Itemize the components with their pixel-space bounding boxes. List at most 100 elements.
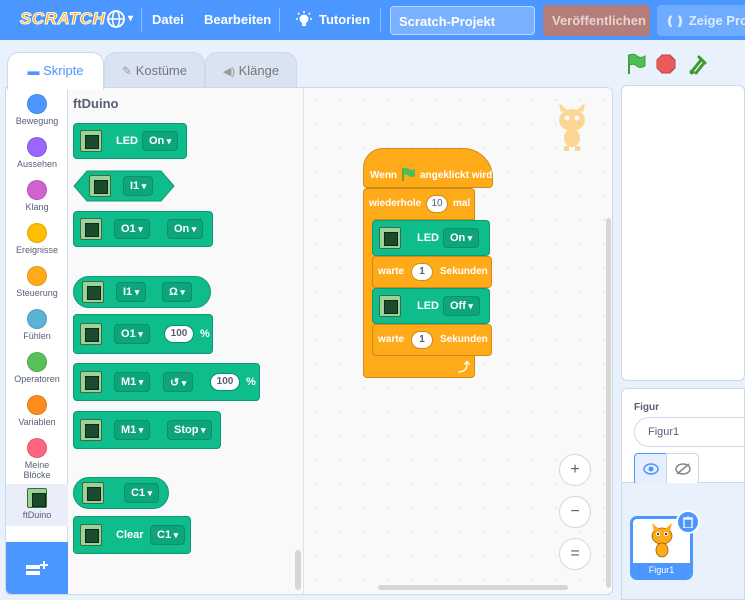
category-label: Variablen xyxy=(18,417,56,427)
motor-speed-input[interactable]: 100 xyxy=(210,373,240,391)
eye-slash-icon xyxy=(675,463,691,475)
wait-block[interactable]: warte 1 Sekunden xyxy=(372,324,492,356)
menu-divider xyxy=(141,8,142,32)
category-motion[interactable]: Bewegung xyxy=(6,94,68,126)
led-block[interactable]: LED On xyxy=(372,220,490,256)
menu-bar: SCRATCH ▾ Datei Bearbeiten Tutorien Scra… xyxy=(0,0,745,40)
palette-scrollbar[interactable] xyxy=(295,550,301,590)
chevron-down-icon[interactable]: ▾ xyxy=(128,13,133,24)
input-mode-dropdown[interactable]: Ω xyxy=(162,282,192,302)
counter-reporter[interactable]: C1 xyxy=(73,477,169,509)
when-flag-clicked-block[interactable]: Wenn angeklickt wird xyxy=(363,148,493,188)
input-port-dropdown[interactable]: I1 xyxy=(116,282,147,302)
script-horizontal-scrollbar[interactable] xyxy=(378,585,568,590)
wait-seconds-input[interactable]: 1 xyxy=(411,263,433,281)
ftduino-icon xyxy=(89,175,111,197)
tab-sounds[interactable]: ◀) Klänge xyxy=(205,52,297,88)
stage[interactable] xyxy=(621,85,745,381)
input-port-dropdown[interactable]: I1 xyxy=(123,176,154,196)
motion-dot-icon xyxy=(27,94,47,114)
category-label: Meine Blöcke xyxy=(23,460,51,480)
menu-divider xyxy=(279,8,280,32)
plug-icon[interactable] xyxy=(688,53,708,75)
output-port-dropdown[interactable]: O1 xyxy=(114,219,150,239)
add-extension-icon xyxy=(26,561,48,575)
lightbulb-icon[interactable] xyxy=(295,11,313,29)
led-state-dropdown[interactable]: Off xyxy=(443,296,480,316)
category-label: Bewegung xyxy=(15,116,59,126)
publish-button[interactable]: Veröffentlichen xyxy=(543,5,650,36)
code-editor: Bewegung Aussehen Klang Ereignisse Steue… xyxy=(5,87,613,595)
input-mode-reporter[interactable]: I1 Ω xyxy=(73,276,211,308)
pwm-output-block[interactable]: O1 100 % xyxy=(73,314,213,354)
counter-port-dropdown[interactable]: C1 xyxy=(124,483,160,503)
show-sprite-button[interactable] xyxy=(634,453,667,485)
motor-stop-block[interactable]: M1 Stop xyxy=(73,411,221,449)
repeat-count-input[interactable]: 10 xyxy=(426,195,448,213)
scratch-logo[interactable]: SCRATCH xyxy=(19,9,105,29)
ftduino-icon xyxy=(82,482,104,504)
zoom-reset-button[interactable]: = xyxy=(559,538,591,570)
category-looks[interactable]: Aussehen xyxy=(6,137,68,169)
globe-icon[interactable] xyxy=(106,9,126,29)
category-control[interactable]: Steuerung xyxy=(6,266,68,298)
motor-block[interactable]: M1 ↺ 100 % xyxy=(73,363,260,401)
pwm-value-input[interactable]: 100 xyxy=(164,325,194,343)
green-flag-icon[interactable] xyxy=(626,53,646,75)
ftduino-icon xyxy=(80,371,102,393)
category-sound[interactable]: Klang xyxy=(6,180,68,212)
block-label: Clear xyxy=(116,529,144,541)
block-label: Wenn xyxy=(370,170,398,181)
sprite-name-input[interactable]: Figur1 xyxy=(634,417,745,447)
category-events[interactable]: Ereignisse xyxy=(6,223,68,255)
wait-block[interactable]: warte 1 Sekunden xyxy=(372,256,492,288)
zoom-out-button[interactable]: − xyxy=(559,496,591,528)
led-state-dropdown[interactable]: On xyxy=(443,228,480,248)
trash-icon xyxy=(683,516,693,528)
motor-stop-dropdown[interactable]: Stop xyxy=(167,420,213,440)
project-title-input[interactable]: Scratch-Projekt xyxy=(390,6,535,35)
hide-sprite-button[interactable] xyxy=(666,453,699,485)
loop-arrow-icon: ⤴ xyxy=(458,360,471,374)
tab-costumes[interactable]: ✎ Kostüme xyxy=(104,52,205,88)
category-ftduino[interactable]: ftDuino xyxy=(6,484,68,526)
clear-counter-block[interactable]: Clear C1 xyxy=(73,516,191,554)
block-label: LED xyxy=(417,232,439,244)
script-area[interactable]: Wenn angeklickt wird wiederhole 10 mal ⤴… xyxy=(304,88,612,594)
sprite-list: Figur1 xyxy=(621,483,745,600)
menu-divider xyxy=(380,8,381,32)
stop-icon[interactable] xyxy=(656,54,676,74)
motor-direction-dropdown[interactable]: ↺ xyxy=(163,372,194,392)
category-variables[interactable]: Variablen xyxy=(6,395,68,427)
category-my-blocks[interactable]: Meine Blöcke xyxy=(6,438,68,480)
tutorials-button[interactable]: Tutorien xyxy=(319,12,370,27)
output-port-dropdown[interactable]: O1 xyxy=(114,324,150,344)
file-menu[interactable]: Datei xyxy=(152,12,184,27)
add-extension-button[interactable] xyxy=(6,542,68,594)
output-state-dropdown[interactable]: On xyxy=(167,219,204,239)
percent-label: % xyxy=(246,376,256,388)
motor-port-dropdown[interactable]: M1 xyxy=(114,372,151,392)
sound-dot-icon xyxy=(27,180,47,200)
script-vertical-scrollbar[interactable] xyxy=(606,218,611,588)
block-palette: ftDuino LED On I1 O1 On I1 Ω O1 1 xyxy=(68,88,304,594)
edit-menu[interactable]: Bearbeiten xyxy=(204,12,271,27)
zoom-in-button[interactable]: + xyxy=(559,454,591,486)
counter-port-dropdown[interactable]: C1 xyxy=(150,525,186,545)
block-label: Sekunden xyxy=(440,266,488,277)
delete-sprite-button[interactable] xyxy=(676,510,700,534)
output-block[interactable]: O1 On xyxy=(73,211,213,247)
category-operators[interactable]: Operatoren xyxy=(6,352,68,384)
led-block[interactable]: LED On xyxy=(73,123,187,159)
motor-port-dropdown[interactable]: M1 xyxy=(114,420,151,440)
project-page-icon: ❪❫ xyxy=(665,14,686,28)
ftduino-icon xyxy=(80,524,102,546)
led-state-dropdown[interactable]: On xyxy=(142,131,179,151)
brush-icon: ✎ xyxy=(122,64,133,78)
category-sensing[interactable]: Fühlen xyxy=(6,309,68,341)
wait-seconds-input[interactable]: 1 xyxy=(411,331,433,349)
tab-code[interactable]: ▬ Skripte xyxy=(7,52,104,90)
repeat-block[interactable]: wiederhole 10 mal xyxy=(363,188,475,220)
led-block[interactable]: LED Off xyxy=(372,288,490,324)
see-project-page-button[interactable]: ❪❫ Zeige Pro xyxy=(657,5,745,36)
